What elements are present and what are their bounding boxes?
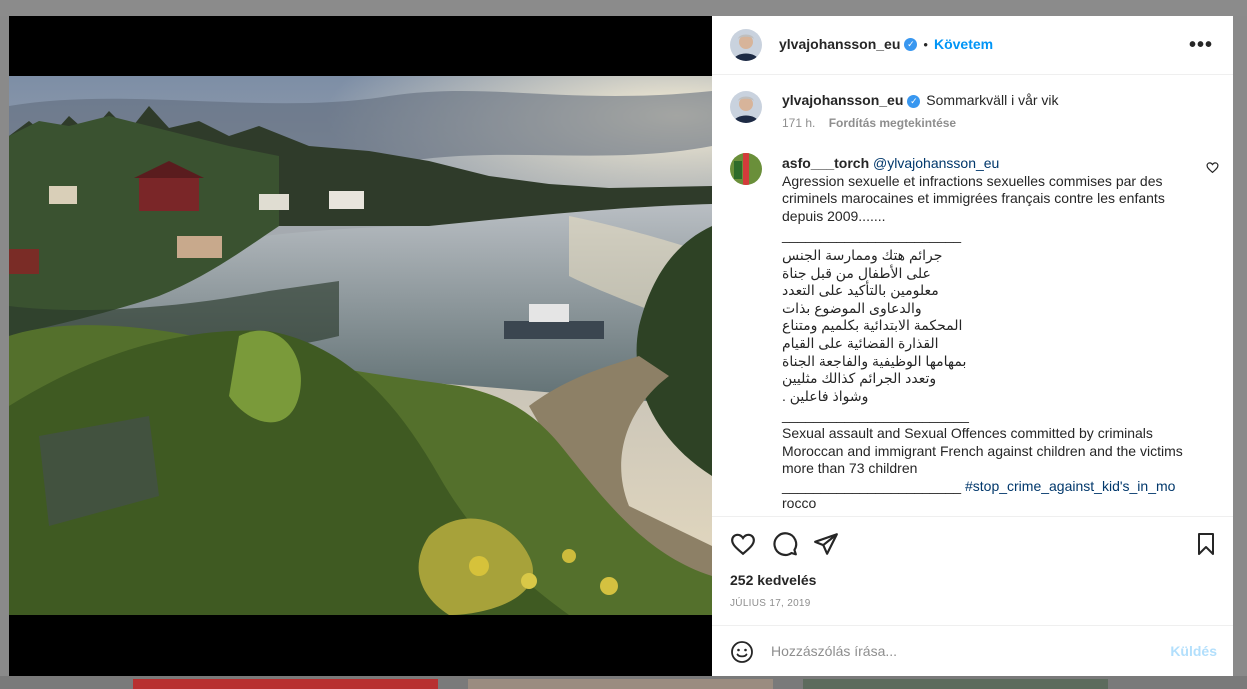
more-options-icon[interactable]: ••• bbox=[1189, 34, 1213, 57]
share-icon[interactable] bbox=[813, 531, 839, 562]
comment-input[interactable]: Hozzászólás írása... bbox=[771, 643, 897, 659]
arabic-line: وتعدد الجرائم كذالك مثليين bbox=[782, 370, 937, 387]
background-top-nav bbox=[0, 0, 1247, 16]
arabic-line: القذارة القضائية على القيام bbox=[782, 334, 939, 351]
heart-icon[interactable] bbox=[730, 531, 756, 562]
background-thumbnail bbox=[468, 679, 773, 689]
post-header: ylvajohansson_eu ✓ • Követem ••• bbox=[712, 16, 1233, 75]
comment: asfo___torch @ylvajohansson_eu Agression… bbox=[782, 155, 1192, 513]
comment-english: Sexual assault and Sexual Offences commi… bbox=[782, 424, 1183, 477]
comment-separator: _______________________ bbox=[782, 227, 962, 244]
arabic-line: المحكمة الابتدائية بكلميم ومتناع bbox=[782, 317, 963, 334]
arabic-line: بمهامها الوظيفية والفاجعة الجناة bbox=[782, 352, 967, 369]
arabic-line: على الأطفال من قبل جناة bbox=[782, 264, 931, 281]
comment-hashtag-line: _______________________ #stop_crime_agai… bbox=[782, 478, 1192, 496]
author-username[interactable]: ylvajohansson_eu bbox=[779, 36, 900, 52]
comment-like-heart-icon[interactable] bbox=[1206, 161, 1219, 179]
comments-scroll-area[interactable]: ylvajohansson_eu ✓ Sommarkväll i vår vik … bbox=[712, 75, 1233, 516]
post-modal: ylvajohansson_eu ✓ • Követem ••• ylvajohans… bbox=[9, 16, 1233, 676]
post-media[interactable] bbox=[9, 16, 712, 676]
emoji-icon[interactable] bbox=[730, 640, 754, 669]
comment-separator: ________________________ bbox=[782, 407, 969, 424]
caption-author[interactable]: ylvajohansson_eu bbox=[782, 92, 903, 108]
caption-meta: 171 h. Fordítás megtekintése bbox=[782, 116, 956, 130]
comment-author[interactable]: asfo___torch bbox=[782, 155, 869, 171]
background-thumbnail bbox=[133, 679, 438, 689]
comment-hashtag-continuation: rocco bbox=[782, 495, 817, 512]
likes-count[interactable]: 252 kedvelés bbox=[730, 572, 816, 588]
comment-header: asfo___torch @ylvajohansson_eu bbox=[782, 155, 1192, 173]
caption-author-avatar[interactable] bbox=[730, 91, 762, 123]
translate-link[interactable]: Fordítás megtekintése bbox=[829, 116, 956, 130]
post-photo bbox=[9, 76, 712, 615]
background-thumbnail bbox=[803, 679, 1108, 689]
arabic-line: جرائم هتك وممارسة الجنس bbox=[782, 246, 943, 263]
caption-age: 171 h. bbox=[782, 116, 816, 130]
verified-badge-icon: ✓ bbox=[907, 94, 921, 108]
comment-mention[interactable]: @ylvajohansson_eu bbox=[873, 155, 999, 171]
header-author-line: ylvajohansson_eu ✓ • Követem bbox=[779, 36, 993, 54]
caption-text: Sommarkväll i vår vik bbox=[926, 92, 1059, 108]
separator-dot: • bbox=[923, 37, 928, 52]
arabic-line: معلومين بالتأكيد على التعدد bbox=[782, 282, 939, 299]
comment-hashtag[interactable]: #stop_crime_against_kid's_in_mo bbox=[965, 478, 1175, 494]
comment-icon[interactable] bbox=[772, 531, 798, 562]
comment-arabic: جرائم هتك وممارسة الجنس على الأطفال من ق… bbox=[782, 247, 1192, 405]
comment-separator: _______________________ bbox=[782, 477, 962, 494]
bookmark-icon[interactable] bbox=[1194, 531, 1218, 562]
arabic-line: والدعاوى الموضوع بذات bbox=[782, 299, 922, 316]
follow-button[interactable]: Követem bbox=[934, 36, 993, 52]
post-actions: 252 kedvelés JÚLIUS 17, 2019 bbox=[712, 516, 1233, 627]
post-comment-button[interactable]: Küldés bbox=[1170, 643, 1217, 659]
post-side-panel: ylvajohansson_eu ✓ • Követem ••• ylvajohans… bbox=[712, 16, 1233, 676]
post-date[interactable]: JÚLIUS 17, 2019 bbox=[730, 598, 811, 609]
caption-line: ylvajohansson_eu ✓ Sommarkväll i vår vik bbox=[782, 92, 1059, 108]
arabic-line: وشواذ فاعلين . bbox=[782, 387, 869, 404]
add-comment-bar: Hozzászólás írása... Küldés bbox=[712, 625, 1233, 677]
comment-french: Agression sexuelle et infractions sexuel… bbox=[782, 172, 1165, 224]
commenter-avatar[interactable] bbox=[730, 153, 762, 185]
verified-badge-icon: ✓ bbox=[904, 38, 918, 52]
author-avatar[interactable] bbox=[730, 29, 762, 61]
